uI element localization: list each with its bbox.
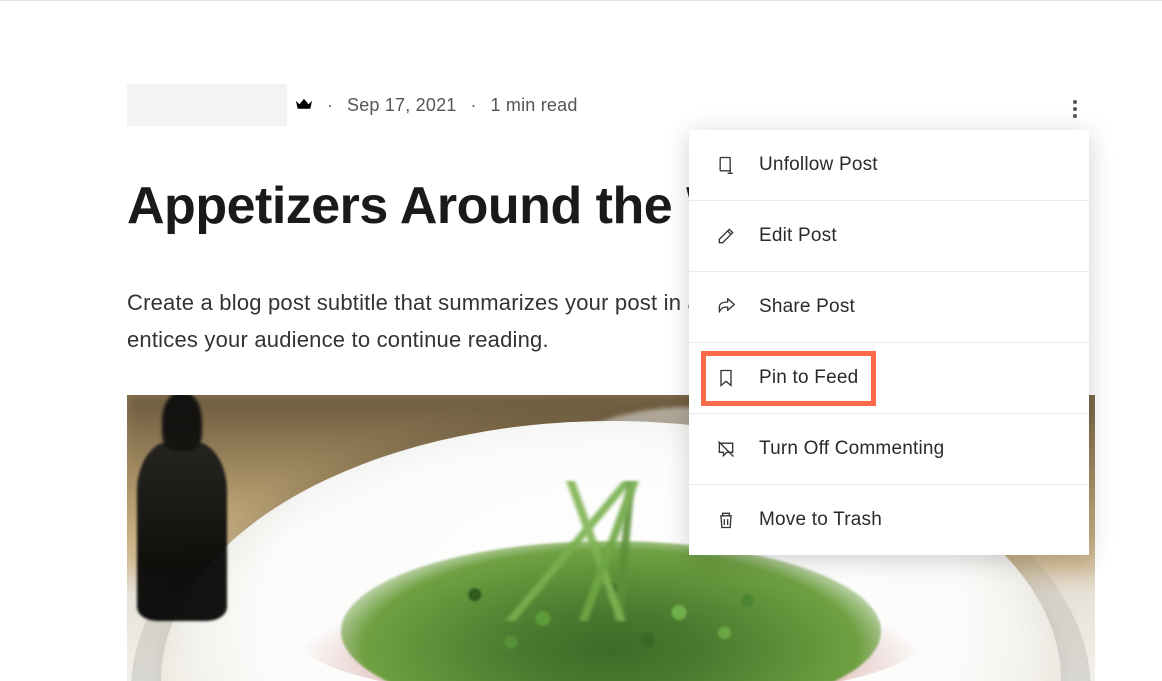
meta-separator: · <box>327 95 333 116</box>
unfollow-icon <box>715 154 737 176</box>
dropdown-item-label: Turn Off Commenting <box>759 438 944 460</box>
dropdown-item-label: Edit Post <box>759 225 837 247</box>
comment-off-icon <box>715 438 737 460</box>
dropdown-item-label: Move to Trash <box>759 509 882 531</box>
trash-icon <box>715 509 737 531</box>
post-options-dropdown: Unfollow Post Edit Post Share Post Pin t… <box>689 130 1089 555</box>
admin-crown-icon <box>295 98 313 112</box>
bookmark-icon <box>715 367 737 389</box>
post-meta-row: · Sep 17, 2021 · 1 min read <box>127 84 1092 126</box>
more-vertical-icon <box>1073 100 1077 118</box>
dropdown-item-turn-off-commenting[interactable]: Turn Off Commenting <box>689 414 1089 485</box>
dropdown-item-unfollow[interactable]: Unfollow Post <box>689 130 1089 201</box>
dropdown-item-label: Pin to Feed <box>759 367 858 389</box>
dropdown-item-label: Share Post <box>759 296 855 318</box>
share-icon <box>715 296 737 318</box>
meta-separator: · <box>471 95 477 116</box>
post-date: Sep 17, 2021 <box>347 95 457 116</box>
pencil-icon <box>715 225 737 247</box>
read-time: 1 min read <box>491 95 578 116</box>
dropdown-item-trash[interactable]: Move to Trash <box>689 485 1089 555</box>
dropdown-item-edit[interactable]: Edit Post <box>689 201 1089 272</box>
dropdown-item-share[interactable]: Share Post <box>689 272 1089 343</box>
author-avatar-placeholder <box>127 84 287 126</box>
dropdown-item-pin[interactable]: Pin to Feed <box>689 343 1089 414</box>
dropdown-item-label: Unfollow Post <box>759 154 878 176</box>
more-options-button[interactable] <box>1063 97 1087 121</box>
